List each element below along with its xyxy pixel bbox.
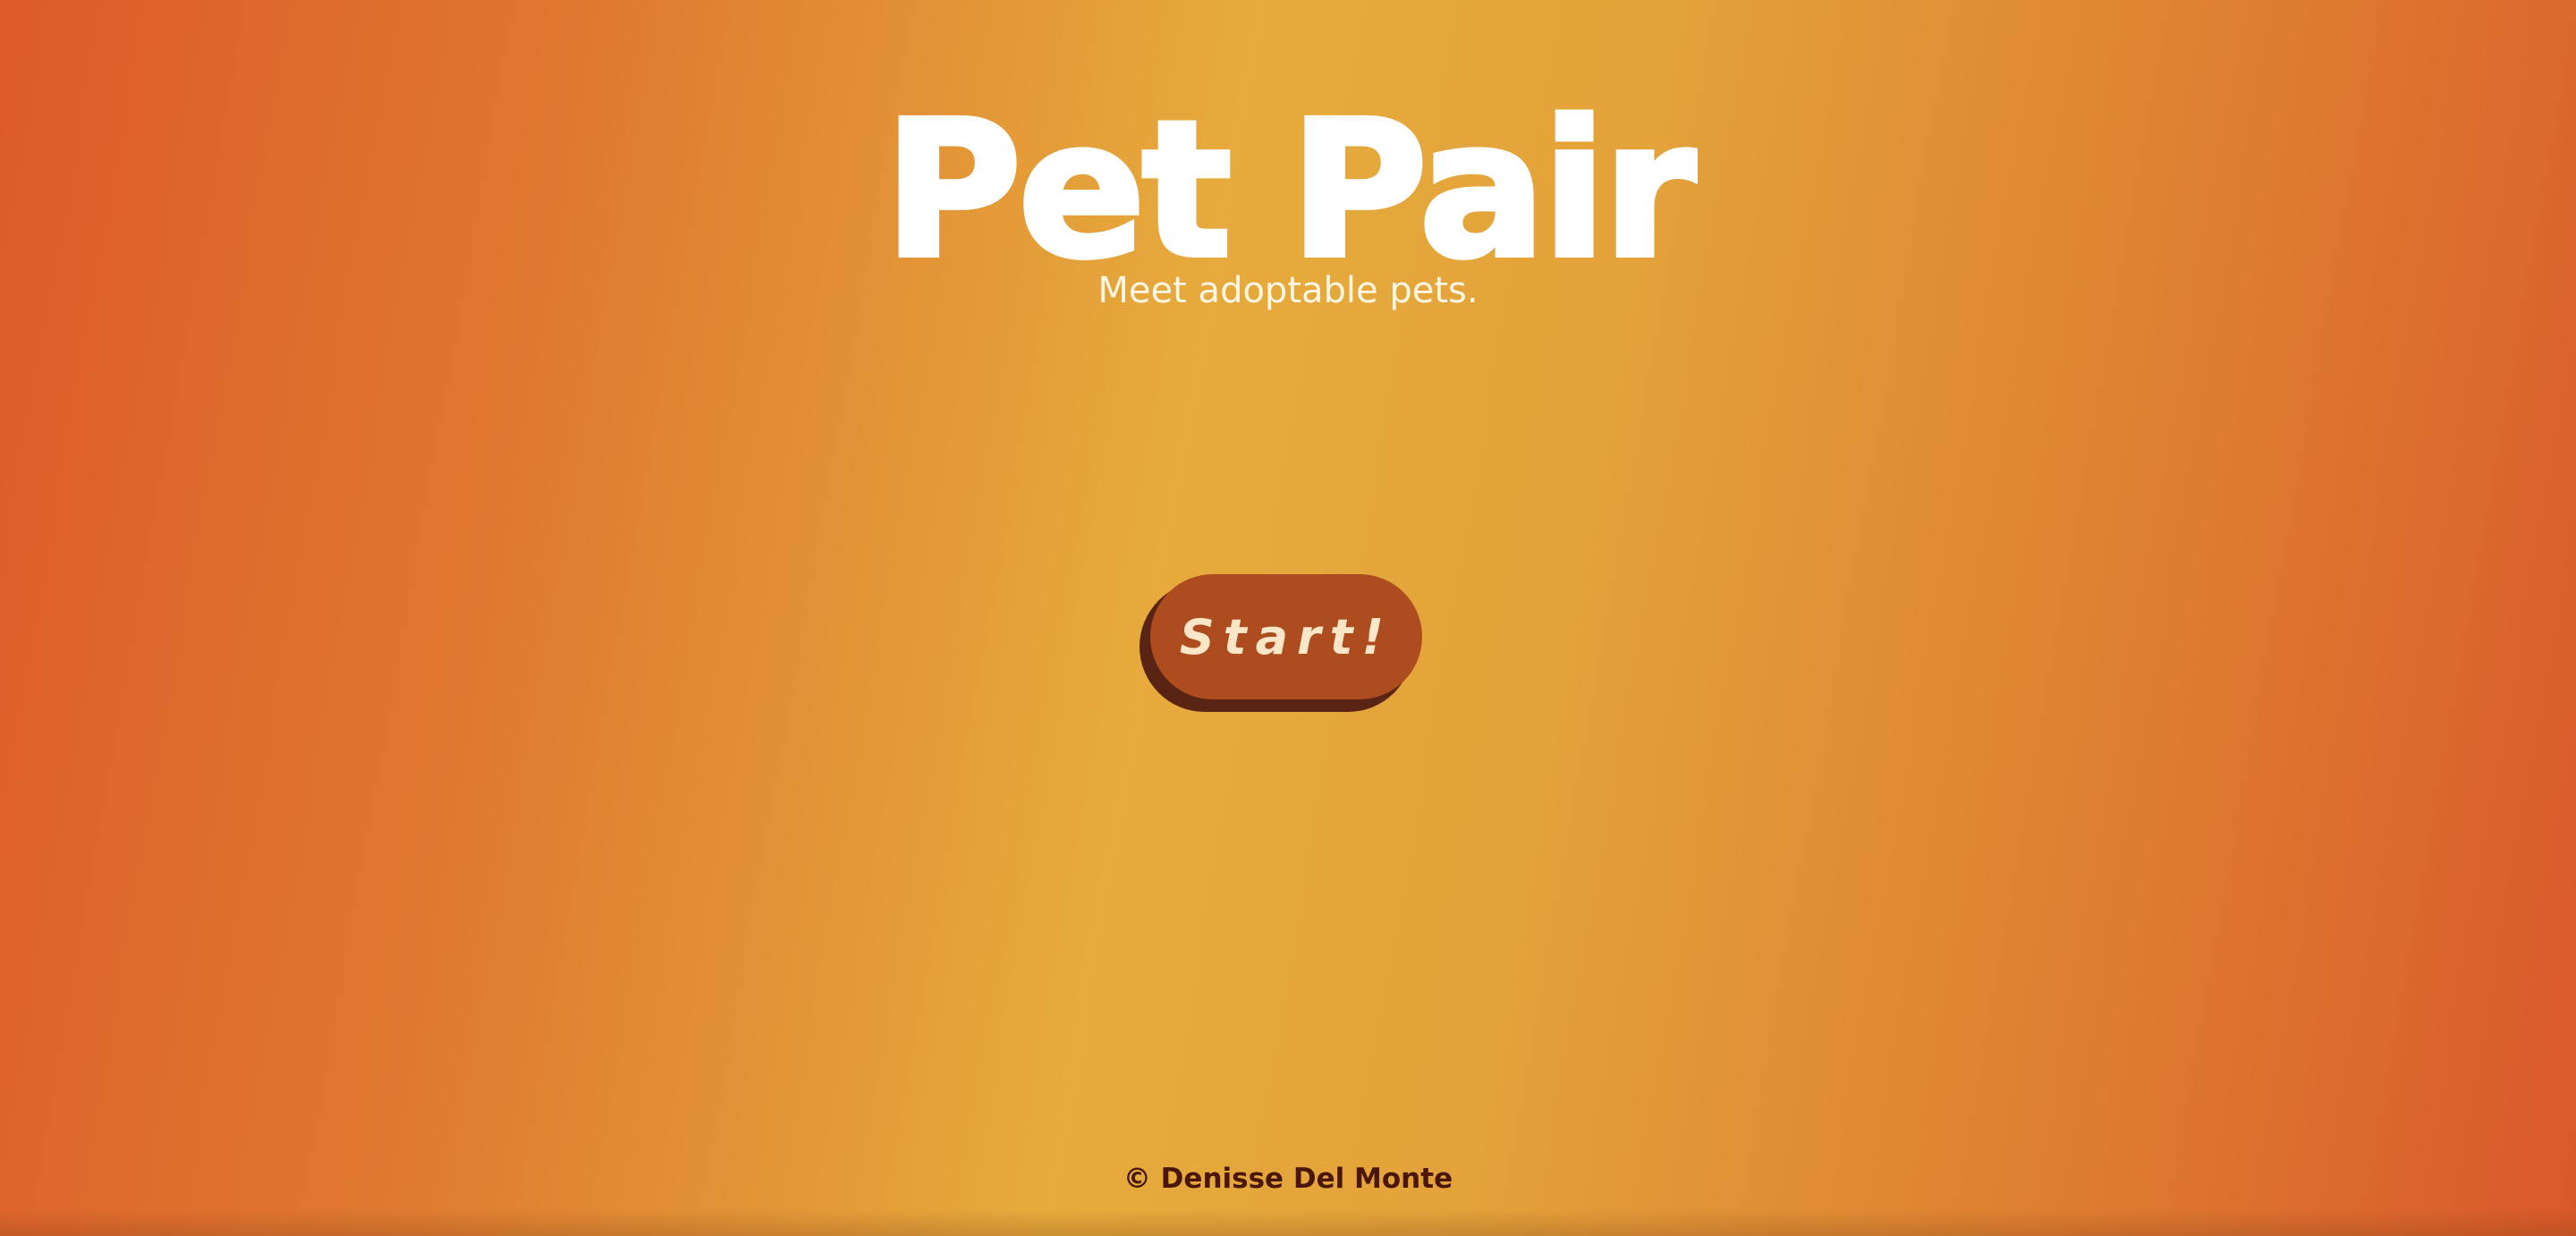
footer-copyright: © Denisse Del Monte	[1123, 1163, 1453, 1195]
page-subtitle: Meet adoptable pets.	[1097, 270, 1479, 311]
landing-page: Pet Pair Meet adoptable pets. Start! © D…	[0, 0, 2576, 1236]
start-button-container: Start!	[1140, 574, 1422, 712]
start-button[interactable]: Start!	[1150, 574, 1422, 699]
page-title: Pet Pair	[881, 80, 1698, 300]
bottom-shade	[0, 1209, 2576, 1236]
